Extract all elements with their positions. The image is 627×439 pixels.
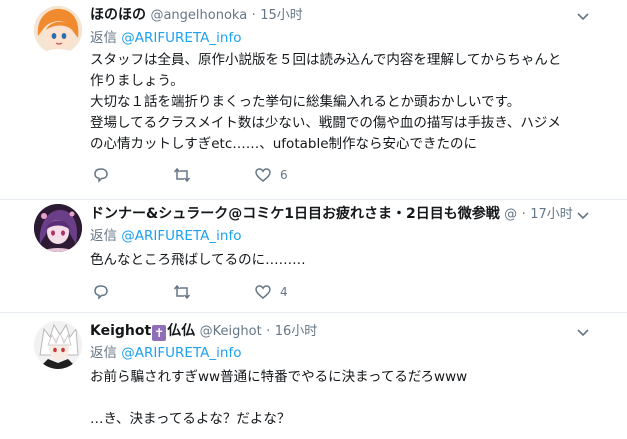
anime-girl-avatar-icon bbox=[34, 6, 82, 54]
tweet-text-line: 登場してるクラスメイト数は少ない、戦闘での傷や血の描写は手抜き、ハジメ bbox=[90, 115, 561, 131]
cross-emoji-icon: ✝ bbox=[152, 325, 167, 341]
display-name-prefix: Keighot bbox=[90, 323, 152, 339]
tweet-1[interactable]: ほのほの @angelhonoka · 15小时 返信 @ARIFURETA_i… bbox=[0, 0, 627, 199]
user-handle[interactable]: @Keighot bbox=[200, 324, 262, 339]
user-handle[interactable]: @ bbox=[504, 207, 517, 222]
white-hair-character-avatar-icon bbox=[34, 321, 82, 369]
retweet-icon bbox=[173, 167, 191, 183]
reply-mention-link[interactable]: @ARIFURETA_info bbox=[121, 30, 241, 46]
retweet-button[interactable] bbox=[172, 165, 200, 185]
display-name-suffix: 仏仏 bbox=[167, 323, 196, 339]
more-options-chevron-down-icon[interactable] bbox=[574, 324, 592, 342]
timestamp[interactable]: 16小时 bbox=[275, 324, 318, 339]
tweet-text-line: の心情カットしすぎetc……、ufotable制作なら安心できたのに bbox=[90, 136, 478, 152]
tweet-text: スタッフは全員、原作小説版を５回は読み込んで内容を理解してからちゃんと 作りまし… bbox=[90, 50, 610, 155]
separator-dot: · bbox=[521, 207, 526, 222]
tweet-text: お前ら騙されすぎww普通に特番でやるに決まってるだろwww …き、決まってるよな… bbox=[90, 367, 610, 430]
replying-to: 返信 @ARIFURETA_info bbox=[90, 226, 241, 246]
avatar[interactable] bbox=[34, 6, 82, 54]
more-options-chevron-down-icon[interactable] bbox=[574, 207, 592, 225]
replying-to: 返信 @ARIFURETA_info bbox=[90, 343, 241, 363]
tweet-header: ほのほの @angelhonoka · 15小时 bbox=[90, 4, 303, 26]
reply-icon bbox=[94, 285, 108, 300]
tweet-text-line: 大切な１話を端折りまくった挙句に総集編入れるとか頭おかしいです。 bbox=[90, 94, 521, 110]
reply-button[interactable] bbox=[92, 165, 118, 185]
tweet-text-line: スタッフは全員、原作小説版を５回は読み込んで内容を理解してからちゃんと bbox=[90, 52, 562, 68]
reply-mention-link[interactable]: @ARIFURETA_info bbox=[121, 228, 241, 244]
tweet-header: ドンナー&シュラーク@コミケ1日目お疲れさま・2日目も微参戦 @ · 17小时 bbox=[90, 203, 573, 225]
timestamp[interactable]: 17小时 bbox=[530, 207, 573, 222]
reply-prefix: 返信 bbox=[90, 228, 117, 244]
tweet-2[interactable]: ドンナー&シュラーク@コミケ1日目お疲れさま・2日目も微参戦 @ · 17小时 … bbox=[0, 200, 627, 310]
tweet-text-line: 色んなところ飛ばしてるのに……… bbox=[90, 252, 306, 268]
avatar[interactable] bbox=[34, 321, 82, 369]
like-button[interactable]: 4 bbox=[254, 282, 288, 302]
retweet-icon bbox=[173, 284, 191, 300]
avatar[interactable] bbox=[34, 204, 82, 252]
tweet-text-line: お前ら騙されすぎww普通に特番でやるに決まってるだろwww bbox=[90, 369, 468, 385]
display-name[interactable]: ドンナー&シュラーク@コミケ1日目お疲れさま・2日目も微参戦 bbox=[90, 206, 500, 222]
timestamp[interactable]: 15小时 bbox=[260, 8, 303, 23]
anime-character-avatar-icon bbox=[34, 204, 82, 252]
like-count: 6 bbox=[280, 168, 288, 182]
like-count: 4 bbox=[280, 285, 288, 299]
reply-prefix: 返信 bbox=[90, 30, 117, 46]
display-name[interactable]: Keighot ✝ 仏仏 bbox=[90, 323, 196, 341]
separator-dot: · bbox=[251, 8, 256, 23]
separator-dot: · bbox=[266, 324, 271, 339]
reply-icon bbox=[94, 168, 108, 183]
reply-prefix: 返信 bbox=[90, 345, 117, 361]
retweet-button[interactable] bbox=[172, 282, 200, 302]
tweet-text-line: 作りましょう。 bbox=[90, 73, 184, 89]
tweet-text-line: …き、決まってるよな？だよな？ bbox=[90, 411, 291, 427]
reply-button[interactable] bbox=[92, 282, 118, 302]
heart-icon bbox=[255, 168, 271, 182]
tweet-3[interactable]: Keighot ✝ 仏仏 @Keighot · 16小时 返信 @ARIFURETA… bbox=[0, 313, 627, 439]
reply-mention-link[interactable]: @ARIFURETA_info bbox=[121, 345, 241, 361]
like-button[interactable]: 6 bbox=[254, 165, 288, 185]
user-handle[interactable]: @angelhonoka bbox=[150, 8, 247, 23]
replying-to: 返信 @ARIFURETA_info bbox=[90, 28, 241, 48]
heart-icon bbox=[255, 285, 271, 299]
more-options-chevron-down-icon[interactable] bbox=[574, 8, 592, 26]
tweet-header: Keighot ✝ 仏仏 @Keighot · 16小时 bbox=[90, 320, 317, 342]
tweet-text-line bbox=[90, 388, 610, 409]
tweet-text: 色んなところ飛ばしてるのに……… bbox=[90, 250, 610, 271]
display-name[interactable]: ほのほの bbox=[90, 7, 146, 23]
